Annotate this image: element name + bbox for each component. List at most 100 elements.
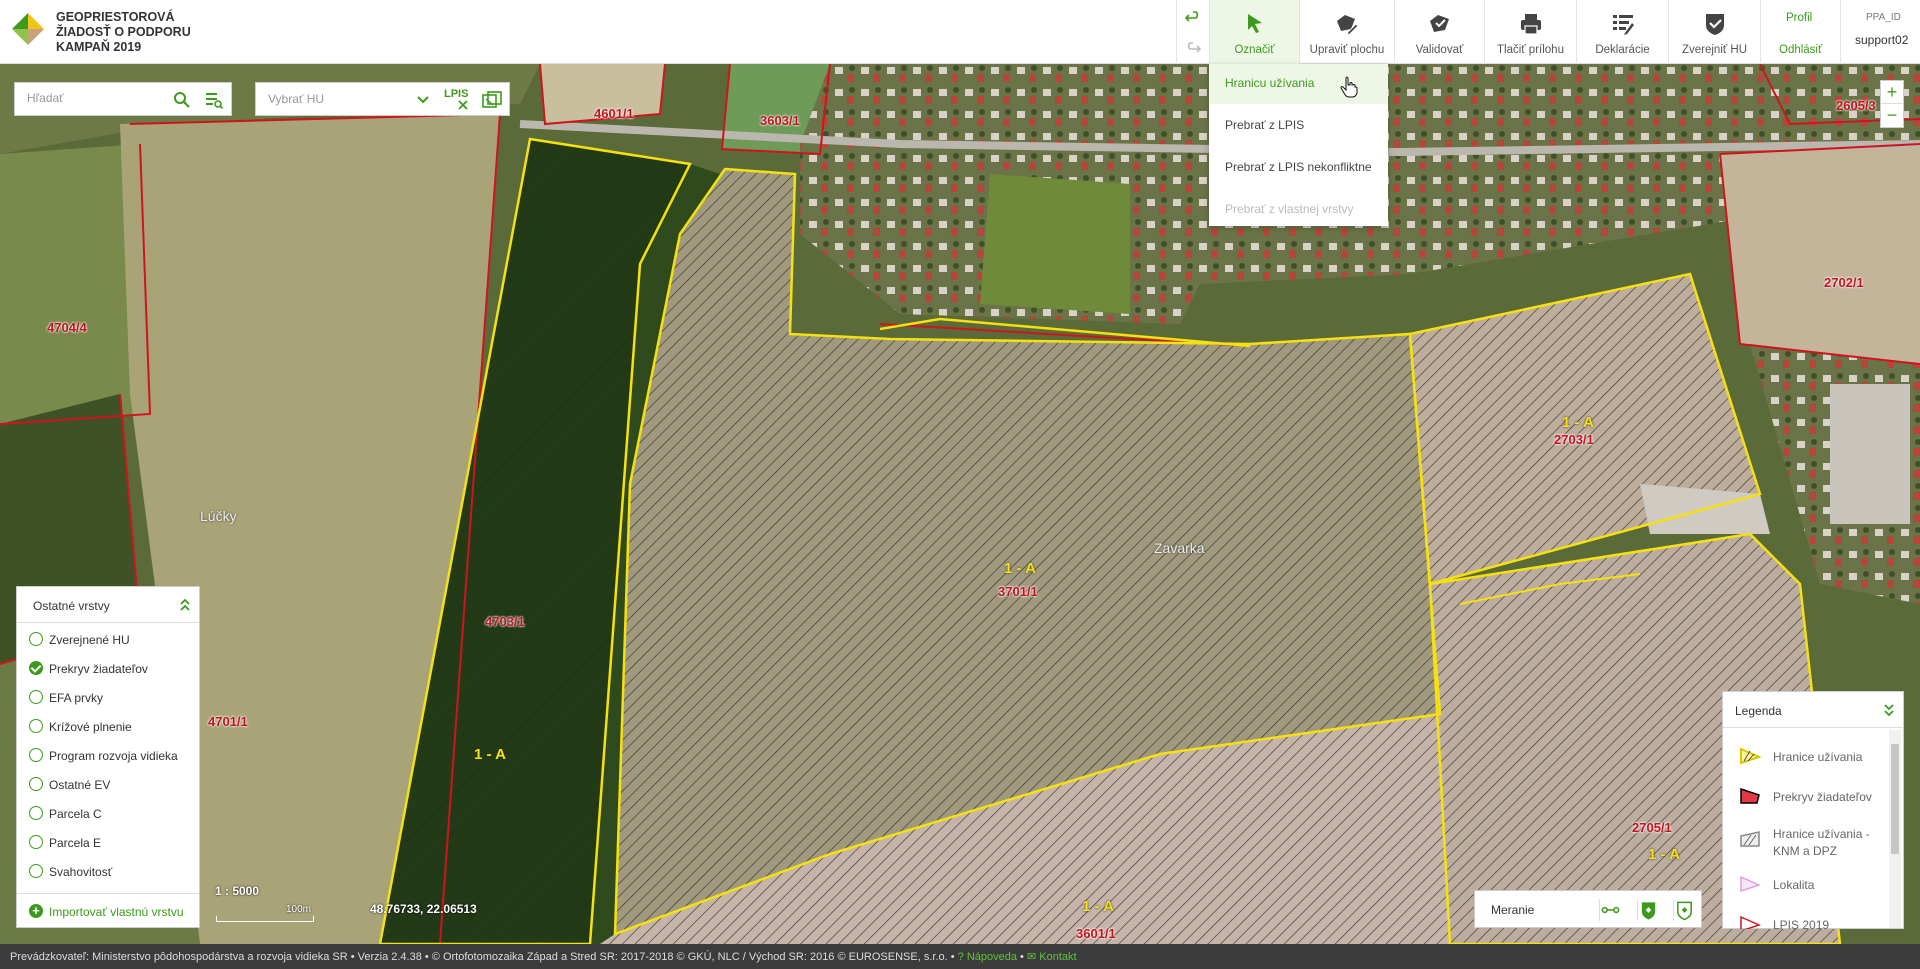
layer-label: Parcela E	[49, 836, 102, 850]
map-canvas[interactable]: 4601/1 3603/1 2605/3 4704/4 2702/1 2703/…	[0, 64, 1920, 944]
user-column: PPA_ID support02	[1840, 0, 1920, 64]
edit-area-button[interactable]: Upraviť plochu	[1299, 0, 1394, 64]
layer-toggle[interactable]: Zverejnené HU	[17, 625, 199, 654]
username: support02	[1855, 33, 1909, 47]
profile-link[interactable]: Profil	[1786, 12, 1812, 24]
layer-label: Parcela C	[49, 807, 102, 821]
legend-item: Prekryv žiadateľov	[1723, 787, 1891, 807]
parcel-label: 2605/3	[1836, 98, 1876, 113]
declaration-button[interactable]: Deklarácie	[1576, 0, 1668, 64]
parcel-label: 4703/1	[485, 614, 525, 629]
layer-radio[interactable]	[29, 632, 43, 646]
contact-link[interactable]: Kontakt	[1039, 951, 1076, 963]
app-footer: Prevádzkovateľ: Ministerstvo pôdohospodá…	[0, 944, 1920, 969]
layer-toggle[interactable]: Ostatné EV	[17, 770, 199, 799]
logout-link[interactable]: Odhlásiť	[1779, 44, 1822, 56]
legend-scrollbar[interactable]	[1889, 730, 1901, 928]
menu-item-from-lpis[interactable]: Prebrať z LPIS	[1209, 106, 1388, 146]
cursor-arrow-icon	[1247, 14, 1262, 33]
search-input[interactable]	[27, 91, 167, 105]
hand-pointer-icon	[1340, 76, 1358, 98]
locality-swatch-icon	[1740, 875, 1761, 893]
lpis-swatch-icon	[1740, 915, 1761, 929]
help-icon: ?	[957, 951, 967, 963]
help-link[interactable]: Nápoveda	[967, 951, 1017, 963]
layer-toggle[interactable]: Program rozvoja vidieka	[17, 741, 199, 770]
plus-icon: +	[29, 904, 43, 918]
measure-distance-icon[interactable]	[1599, 899, 1621, 921]
layer-toggle[interactable]: Parcela C	[17, 799, 199, 828]
layer-radio[interactable]	[29, 777, 43, 791]
layer-radio[interactable]	[29, 835, 43, 849]
zoom-in-button[interactable]: +	[1881, 81, 1903, 104]
layer-label: Prekryv žiadateľov	[49, 662, 148, 676]
layer-toggle[interactable]: EFA prvky	[17, 683, 199, 712]
usage-boundary-swatch-icon	[1740, 747, 1761, 765]
legend-item-label: Hranice užívania - KNM a DPZ	[1773, 827, 1870, 858]
close-icon	[458, 100, 468, 110]
print-attachment-button[interactable]: Tlačiť prílohu	[1484, 0, 1576, 64]
layer-radio[interactable]	[29, 748, 43, 762]
collapse-icon[interactable]	[179, 597, 191, 613]
cursor-coordinates: 48.76733, 22.06513	[370, 902, 477, 916]
mark-dropdown-menu: Hranicu užívania Prebrať z LPIS Prebrať …	[1209, 64, 1388, 226]
parcel-label: 4601/1	[594, 106, 634, 121]
layer-toggle[interactable]: Parcela E	[17, 828, 199, 857]
block-label: 1 - A	[474, 746, 506, 763]
block-label: 1 - A	[1648, 846, 1680, 863]
measure-toolbar: Meranie	[1474, 890, 1702, 928]
legend-header[interactable]: Legenda	[1723, 692, 1903, 728]
publish-hu-button[interactable]: Zverejniť HU	[1668, 0, 1760, 64]
measure-clear-icon[interactable]	[1673, 899, 1695, 921]
zoom-out-button[interactable]: −	[1881, 104, 1903, 127]
layer-toggle[interactable]: Svahovitosť	[17, 857, 199, 886]
legend-item: LPIS 2019	[1723, 915, 1891, 929]
layer-radio[interactable]	[29, 719, 43, 733]
app-header: GEOPRIESTOROVÁ ŽIADOSŤ O PODPORU KAMPAŇ …	[0, 0, 1920, 64]
layers-panel-header[interactable]: Ostatné vrstvy	[17, 587, 199, 623]
search-icon[interactable]	[173, 91, 191, 109]
measure-area-icon[interactable]	[1637, 899, 1659, 921]
legend-panel: Legenda Hranice užívania Prekryv žiadate…	[1722, 691, 1904, 929]
mark-button[interactable]: Označiť	[1209, 0, 1299, 64]
parcel-label: 4701/1	[208, 714, 248, 729]
layer-radio[interactable]	[29, 806, 43, 820]
layer-toggle[interactable]: Prekryv žiadateľov	[17, 654, 199, 683]
parcel-label: 3701/1	[998, 584, 1038, 599]
search-list-icon[interactable]	[205, 91, 223, 109]
declaration-label: Deklarácie	[1595, 44, 1650, 56]
legend-item: Hranice užívania - KNM a DPZ	[1723, 824, 1891, 860]
redo-icon[interactable]	[1185, 40, 1201, 56]
layer-radio[interactable]	[29, 864, 43, 878]
validate-button[interactable]: Validovať	[1394, 0, 1484, 64]
legend-item-label: LPIS 2019	[1773, 918, 1830, 929]
undo-icon[interactable]	[1185, 9, 1201, 25]
legend-item: Hranice užívania	[1723, 747, 1891, 767]
layer-radio[interactable]	[29, 661, 43, 675]
scrollbar-thumb[interactable]	[1891, 744, 1899, 854]
app-title-line: GEOPRIESTOROVÁ	[56, 10, 175, 24]
menu-item-from-lpis-nonconflict[interactable]: Prebrať z LPIS nekonfliktne	[1209, 148, 1388, 188]
menu-item-from-own-layer: Prebrať z vlastnej vrstvy	[1225, 202, 1354, 216]
layer-radio[interactable]	[29, 690, 43, 704]
collapse-icon[interactable]	[1883, 702, 1895, 718]
app-title-line: KAMPAŇ 2019	[56, 40, 142, 54]
app-title-line: ŽIADOSŤ O PODPORU	[56, 25, 191, 39]
legend-item-label: Prekryv žiadateľov	[1773, 790, 1872, 804]
layer-label: Krížové plnenie	[49, 720, 132, 734]
publish-shield-icon	[1705, 14, 1724, 35]
lpis-toggle[interactable]: LPIS	[444, 88, 468, 100]
applicant-overlap-swatch-icon	[1740, 787, 1760, 804]
hu-select[interactable]: Vybrať HU LPIS	[255, 82, 510, 116]
parcel-label: 4704/4	[47, 320, 87, 335]
footer-text: Prevádzkovateľ: Ministerstvo pôdohospodá…	[10, 951, 955, 963]
layer-compare-icon[interactable]	[482, 91, 502, 109]
legend-item-label: Lokalita	[1773, 878, 1815, 892]
import-layer-button[interactable]: + Importovať vlastnú vrstvu	[17, 893, 199, 927]
menu-item-usage-boundary[interactable]: Hranicu užívania	[1209, 64, 1388, 104]
edit-area-label: Upraviť plochu	[1309, 44, 1385, 56]
layer-toggle[interactable]: Krížové plnenie	[17, 712, 199, 741]
block-label: 1 - A	[1562, 414, 1594, 431]
parcel-label: 3603/1	[760, 113, 800, 128]
layer-label: Ostatné EV	[49, 778, 111, 792]
